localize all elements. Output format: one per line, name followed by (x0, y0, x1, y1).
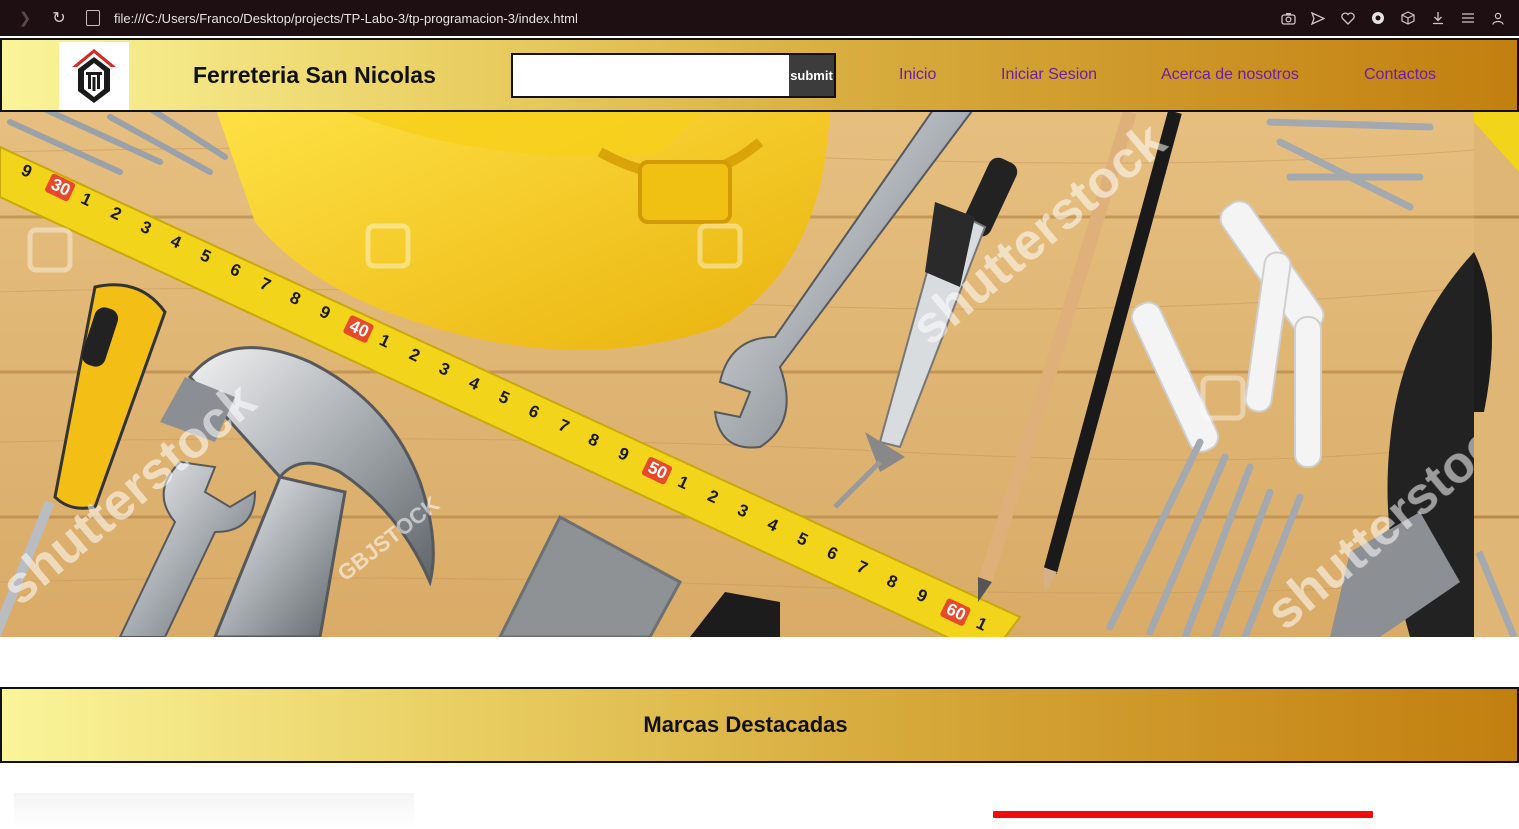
nav-link-iniciar-sesion[interactable]: Iniciar Sesion (1001, 66, 1097, 84)
hero-edge (1474, 112, 1519, 637)
cube-icon[interactable] (1393, 6, 1423, 30)
extension-icon[interactable] (1363, 6, 1393, 30)
nav-link-acerca[interactable]: Acerca de nosotros (1161, 66, 1299, 84)
submit-button[interactable]: submit (789, 55, 834, 96)
send-icon[interactable] (1303, 6, 1333, 30)
featured-brands-title: Marcas Destacadas (643, 712, 848, 737)
profile-icon[interactable] (1483, 6, 1513, 30)
camera-icon[interactable] (1273, 6, 1303, 30)
heart-icon[interactable] (1333, 6, 1363, 30)
tools-illustration: shutterstock shutterstock shutterstock G… (0, 112, 1474, 637)
nav-link-contactos[interactable]: Contactos (1364, 66, 1436, 84)
brand-logo-partial[interactable] (14, 793, 414, 829)
brand-logo-red-bar[interactable] (993, 811, 1373, 818)
site-title: Ferreteria San Nicolas (193, 62, 436, 88)
hero-banner: shutterstock shutterstock shutterstock G… (0, 112, 1474, 637)
address-bar[interactable]: file:///C:/Users/Franco/Desktop/projects… (114, 11, 578, 26)
menu-lines-icon[interactable] (1453, 6, 1483, 30)
forward-icon[interactable]: ❯ (12, 5, 38, 31)
house-logo-icon (72, 49, 116, 103)
download-icon[interactable] (1423, 6, 1453, 30)
store-logo[interactable] (59, 42, 129, 110)
browser-toolbar: ❯ ↻ file:///C:/Users/Franco/Desktop/proj… (0, 0, 1519, 36)
browser-actions (1273, 0, 1513, 36)
search-form: submit (511, 53, 836, 98)
file-icon (86, 10, 100, 26)
featured-brands-header: Marcas Destacadas (0, 687, 1519, 763)
hero-edge-art (1474, 112, 1519, 637)
search-input[interactable] (513, 55, 789, 96)
reload-icon[interactable]: ↻ (46, 5, 72, 31)
site-header: Ferreteria San Nicolas submit Inicio Ini… (0, 38, 1519, 112)
nav-link-inicio[interactable]: Inicio (899, 66, 936, 84)
